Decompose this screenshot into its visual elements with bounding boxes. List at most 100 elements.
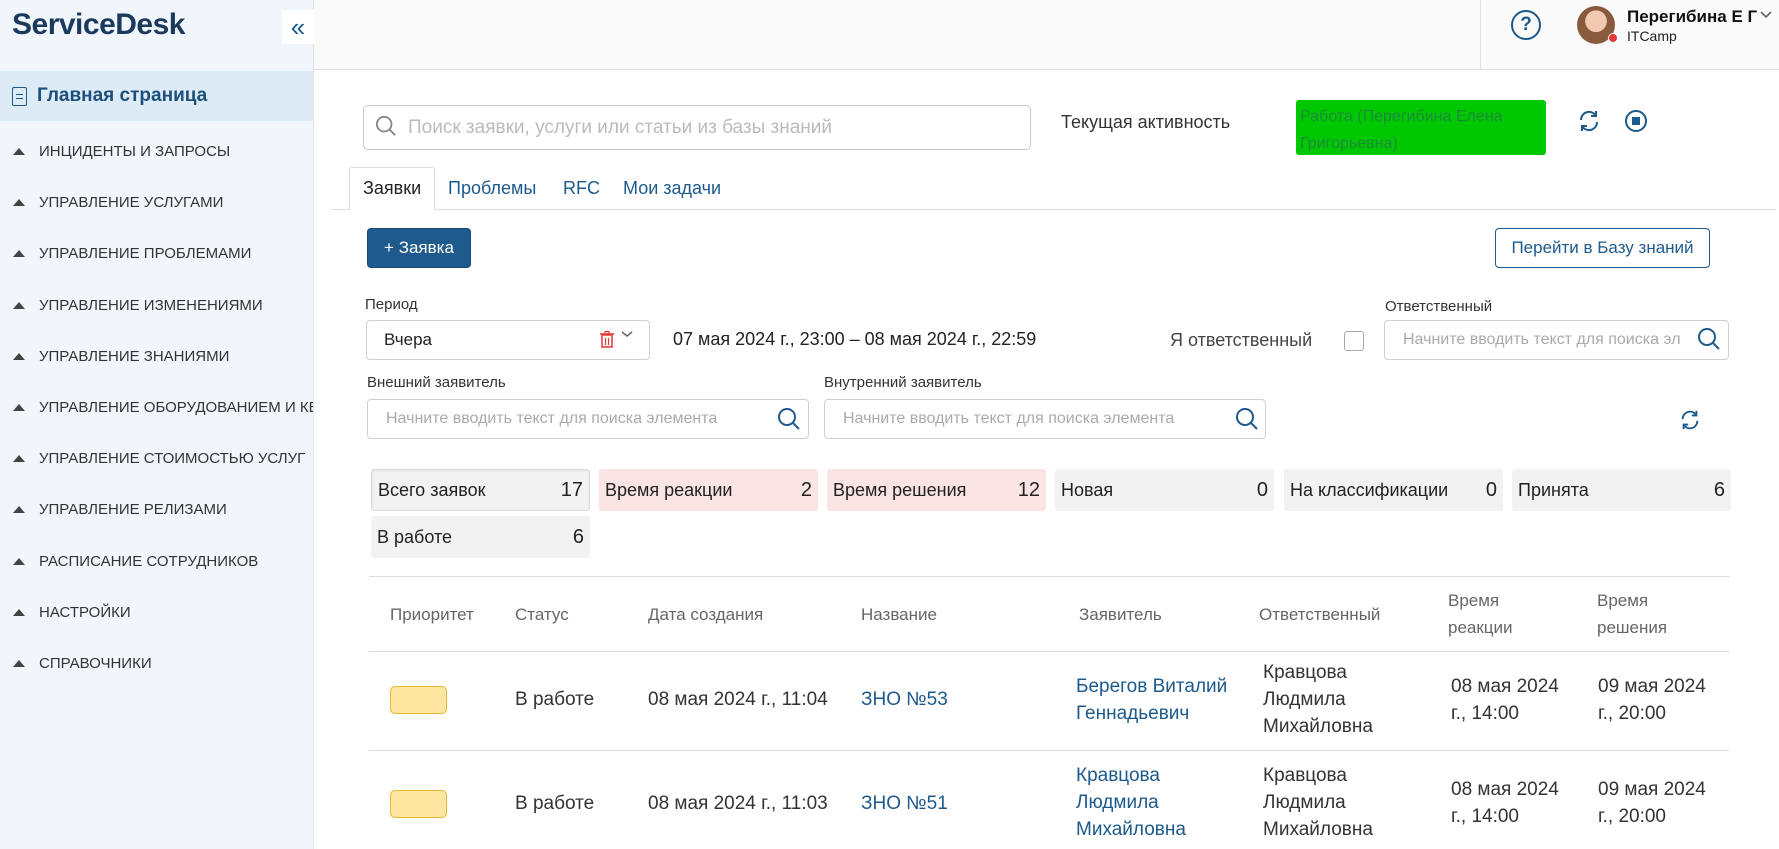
sidebar-item-label: УПРАВЛЕНИЕ ОБОРУДОВАНИЕМ И КЕ — [39, 399, 313, 417]
activity-label: Текущая активность — [1061, 112, 1231, 132]
column-label-line: Время — [1597, 591, 1649, 610]
counter-reaction-time[interactable]: Время реакции 2 — [599, 469, 818, 511]
cell-line: Кравцова — [1263, 662, 1347, 683]
double-chevron-left-icon: « — [290, 11, 306, 42]
responsible-label: Ответственный — [1385, 298, 1493, 315]
caret-up-icon — [13, 301, 25, 309]
counter-classification[interactable]: На классификации 0 — [1284, 469, 1503, 511]
cell-created: 08 мая 2024 г., 11:03 — [648, 793, 828, 814]
cell-line: Кравцова — [1263, 765, 1347, 786]
date-range: 07 мая 2024 г., 23:00 – 08 мая 2024 г., … — [673, 329, 1037, 349]
search-icon — [375, 115, 396, 136]
counter-label: В работе — [377, 526, 453, 547]
sidebar-item-problems[interactable]: УПРАВЛЕНИЕ ПРОБЛЕМАМИ — [0, 228, 313, 279]
caret-up-icon — [13, 352, 25, 360]
counter-value: 2 — [800, 478, 812, 501]
tab-bar: Заявки Проблемы RFC Мои задачи — [331, 167, 1776, 210]
user-name[interactable]: Перегибина Е Г — [1627, 7, 1757, 27]
column-label-line: реакции — [1448, 618, 1513, 637]
search-icon[interactable] — [777, 407, 801, 431]
column-solution-time[interactable]: Время решения — [1597, 587, 1667, 641]
counter-value: 0 — [1485, 478, 1497, 501]
refresh-icon[interactable] — [1577, 109, 1601, 133]
cell-solution-time: 09 мая 2024 г., 20:00 — [1598, 776, 1706, 830]
search-icon[interactable] — [1697, 327, 1721, 351]
tab-problems[interactable]: Проблемы — [435, 167, 549, 210]
sidebar-item-home[interactable]: Главная страница — [0, 71, 313, 121]
column-requester[interactable]: Заявитель — [1079, 601, 1162, 628]
app-logo[interactable]: ServiceDesk — [12, 8, 185, 42]
internal-requester-input[interactable]: Начните вводить текст для поиска элемент… — [824, 399, 1266, 439]
cell-name-link[interactable]: ЗНО №53 — [861, 686, 948, 713]
search-icon[interactable] — [1235, 407, 1259, 431]
knowledge-base-button[interactable]: Перейти в Базу знаний — [1495, 228, 1710, 268]
tab-my-tasks[interactable]: Мои задачи — [610, 167, 734, 210]
sidebar-item-settings[interactable]: НАСТРОЙКИ — [0, 587, 313, 638]
new-request-button[interactable]: + Заявка — [367, 228, 471, 268]
column-priority[interactable]: Приоритет — [390, 601, 474, 628]
sidebar-item-cost[interactable]: УПРАВЛЕНИЕ СТОИМОСТЬЮ УСЛУГ — [0, 433, 313, 484]
caret-up-icon — [13, 557, 25, 565]
cell-line: 08 мая 2024 — [1451, 779, 1559, 800]
search-input[interactable]: Поиск заявки, услуги или статьи из базы … — [363, 105, 1031, 150]
caret-up-icon — [13, 506, 25, 514]
sidebar-item-label: УПРАВЛЕНИЕ ИЗМЕНЕНИЯМИ — [39, 296, 263, 314]
activity-badge[interactable]: Работа (Перегибина Елена Григорьевна) — [1296, 100, 1546, 155]
cell-line: Кравцова — [1076, 765, 1160, 786]
period-label: Период — [365, 296, 418, 313]
i-responsible-checkbox[interactable] — [1344, 331, 1364, 351]
sidebar-item-knowledge[interactable]: УПРАВЛЕНИЕ ЗНАНИЯМИ — [0, 331, 313, 382]
cell-line: Людмила — [1263, 689, 1346, 710]
external-requester-label: Внешний заявитель — [367, 374, 506, 391]
chevron-down-icon[interactable] — [1759, 10, 1773, 20]
internal-requester-label: Внутренний заявитель — [824, 374, 982, 391]
sidebar-item-services[interactable]: УПРАВЛЕНИЕ УСЛУГАМИ — [0, 177, 313, 228]
column-created[interactable]: Дата создания — [648, 601, 763, 628]
cell-line: Людмила — [1076, 792, 1159, 813]
cell-line: г., 20:00 — [1598, 806, 1666, 827]
sidebar-item-label: УПРАВЛЕНИЕ СТОИМОСТЬЮ УСЛУГ — [39, 450, 306, 468]
sidebar-item-label: Главная страница — [37, 85, 208, 106]
cell-status: В работе — [515, 689, 595, 710]
sidebar-item-incidents[interactable]: ИНЦИДЕНТЫ И ЗАПРОСЫ — [0, 126, 313, 177]
cell-name-link[interactable]: ЗНО №51 — [861, 790, 948, 817]
column-reaction-time[interactable]: Время реакции — [1448, 587, 1513, 641]
column-name[interactable]: Название — [861, 601, 937, 628]
cell-line: Берегов Виталий — [1076, 676, 1228, 697]
cell-line: 09 мая 2024 — [1598, 779, 1706, 800]
help-icon[interactable]: ? — [1511, 10, 1541, 40]
sidebar-item-label: УПРАВЛЕНИЕ ЗНАНИЯМИ — [39, 347, 230, 365]
sidebar-item-label: СПРАВОЧНИКИ — [39, 654, 152, 672]
sidebar-item-schedule[interactable]: РАСПИСАНИЕ СОТРУДНИКОВ — [0, 536, 313, 587]
counter-value: 0 — [1256, 478, 1268, 501]
i-responsible-label: Я ответственный — [1170, 330, 1313, 350]
column-responsible[interactable]: Ответственный — [1259, 601, 1380, 628]
counter-in-progress[interactable]: В работе 6 — [371, 516, 590, 558]
cell-requester-link[interactable]: Берегов Виталий Геннадьевич — [1076, 673, 1227, 727]
refresh-icon[interactable] — [1679, 409, 1701, 431]
sidebar-item-equipment[interactable]: УПРАВЛЕНИЕ ОБОРУДОВАНИЕМ И КЕ — [0, 382, 313, 433]
stop-icon[interactable] — [1624, 109, 1648, 133]
column-status[interactable]: Статус — [515, 601, 569, 628]
cell-line: г., 14:00 — [1451, 703, 1519, 724]
cell-requester-link[interactable]: Кравцова Людмила Михайловна — [1076, 762, 1186, 843]
chevron-down-icon[interactable] — [621, 329, 633, 339]
trash-icon[interactable] — [600, 331, 614, 348]
counter-new[interactable]: Новая 0 — [1055, 469, 1274, 511]
user-org: ITCamp — [1627, 28, 1677, 44]
cell-responsible: Кравцова Людмила Михайловна — [1263, 762, 1373, 843]
sidebar-item-directories[interactable]: СПРАВОЧНИКИ — [0, 638, 313, 689]
counter-accepted[interactable]: Принята 6 — [1512, 469, 1731, 511]
cell-line: г., 14:00 — [1451, 806, 1519, 827]
sidebar-item-releases[interactable]: УПРАВЛЕНИЕ РЕЛИЗАМИ — [0, 484, 313, 535]
external-requester-input[interactable]: Начните вводить текст для поиска элемент… — [367, 399, 809, 439]
tab-requests[interactable]: Заявки — [349, 167, 436, 210]
tab-rfc[interactable]: RFC — [550, 167, 613, 210]
cell-line: Михайловна — [1263, 819, 1373, 840]
counter-total[interactable]: Всего заявок 17 — [371, 469, 590, 511]
collapse-sidebar-button[interactable]: « — [282, 10, 314, 44]
sidebar-item-changes[interactable]: УПРАВЛЕНИЕ ИЗМЕНЕНИЯМИ — [0, 280, 313, 331]
responsible-input[interactable]: Начните вводить текст для поиска эл — [1384, 320, 1729, 360]
counter-solution-time[interactable]: Время решения 12 — [827, 469, 1046, 511]
cell-line: Михайловна — [1076, 819, 1186, 840]
